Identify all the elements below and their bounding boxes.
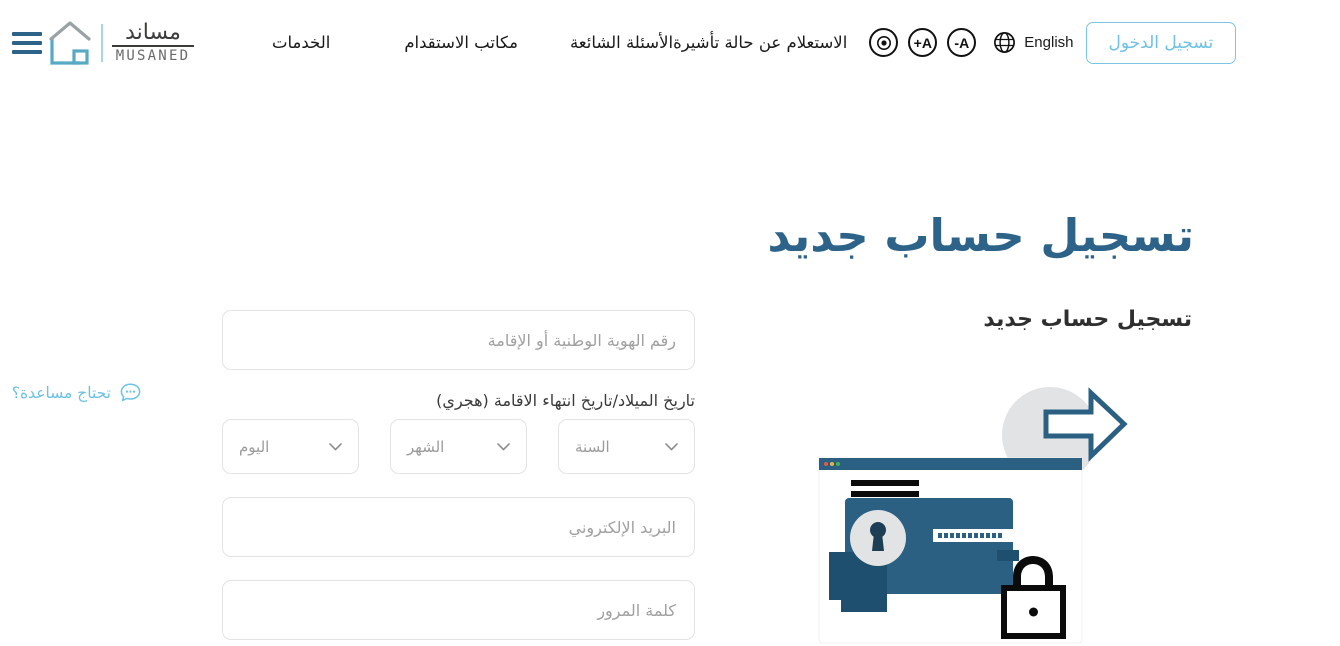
password-mask-dots [938,533,1002,538]
content-line [851,491,919,497]
browser-dot-yellow [830,462,834,466]
page-subtitle: تسجيل حساب جديد [983,307,1192,332]
date-selects-row: اليوم الشهر السنة [222,419,695,474]
house-logo-icon [49,20,91,65]
globe-icon [994,32,1016,53]
chevron-down-icon [665,442,678,450]
logo-arabic-text: مساند [125,20,181,46]
secure-login-illustration [818,387,1128,644]
nav-item-faq[interactable]: الأسئلة الشائعة [570,27,673,58]
password-input[interactable]: كلمة المرور [222,580,695,640]
day-select-value: اليوم [239,437,270,456]
chat-bubble-icon [120,383,141,402]
hamburger-bar [12,31,42,36]
national-id-input[interactable]: رقم الهوية الوطنية أو الإقامة [222,310,695,370]
day-select[interactable]: اليوم [222,419,359,474]
year-select-value: السنة [575,437,610,456]
page-title: تسجيل حساب جديد [767,209,1194,262]
logo-divider [101,23,103,62]
chevron-down-icon [497,442,510,450]
content-line [851,480,919,486]
email-placeholder: البريد الإلكتروني [568,517,676,537]
registration-form: رقم الهوية الوطنية أو الإقامة تاريخ المي… [222,310,695,646]
logo-text: مساند MUSANED [112,22,194,63]
eye-visibility-icon[interactable] [869,28,899,57]
nav-item-recruitment-offices[interactable]: مكاتب الاستقدام [404,27,518,58]
nav-item-visa-status[interactable]: الاستعلام عن حالة تأشيرة [673,27,847,58]
hamburger-bar [12,49,42,54]
eye-glyph [876,35,891,50]
hamburger-bar [12,40,42,45]
email-input[interactable]: البريد الإلكتروني [222,497,695,557]
browser-dot-green [836,462,840,466]
font-increase-button[interactable]: A+ [908,28,938,57]
browser-titlebar [819,458,1082,470]
year-select[interactable]: السنة [558,419,695,474]
login-button[interactable]: تسجيل الدخول [1085,21,1237,64]
language-switcher[interactable]: English [992,30,1074,55]
logo-latin-text: MUSANED [115,47,191,64]
need-help-widget[interactable]: تحتاج مساعدة؟ [12,381,142,404]
main-navigation: الخدمات مكاتب الاستقدام الأسئلة الشائعة … [194,27,847,58]
keyhole-stem [872,533,884,551]
browser-dot-red [824,462,828,466]
language-label: English [1024,34,1074,51]
submit-button-shape [997,550,1019,561]
month-select[interactable]: الشهر [390,419,527,474]
site-header: مساند MUSANED الخدمات مكاتب الاستقدام ال… [0,0,1340,85]
need-help-label: تحتاج مساعدة؟ [11,383,111,402]
padlock-keyhole [1029,607,1038,617]
main-content: تسجيل حساب جديد تسجيل حساب جديد رقم الهو… [0,85,1340,646]
accessibility-tools: A+ A- [869,28,977,57]
national-id-placeholder: رقم الهوية الوطنية أو الإقامة [487,330,676,350]
hamburger-menu-icon[interactable] [12,30,42,56]
decorative-square [841,564,887,612]
logo-underline [112,45,194,47]
site-logo[interactable]: مساند MUSANED [48,20,194,66]
font-decrease-button[interactable]: A- [947,28,977,57]
date-of-birth-label: تاريخ الميلاد/تاريخ انتهاء الاقامة (هجري… [436,391,695,410]
chevron-down-icon [329,442,342,450]
nav-item-services[interactable]: الخدمات [272,27,330,58]
password-placeholder: كلمة المرور [597,600,676,620]
month-select-value: الشهر [407,437,445,456]
